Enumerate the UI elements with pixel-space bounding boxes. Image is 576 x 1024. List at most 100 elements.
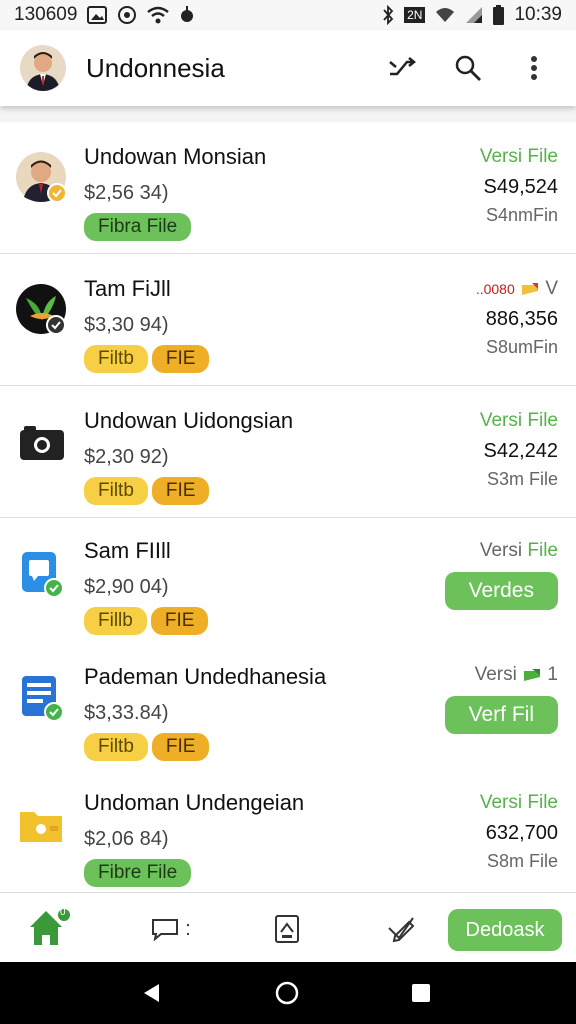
nav-chat[interactable]: :: [146, 915, 196, 943]
document-app-icon: [16, 672, 70, 726]
page-title: Undonnesia: [86, 52, 225, 83]
leaf-logo-icon: [16, 284, 70, 338]
status-time-right: 10:39: [514, 4, 562, 25]
account-info: Undowan Monsian $2,56 34) Fibra File: [84, 144, 266, 241]
version-label: Versi File: [479, 410, 558, 431]
account-amount: $2,06 84): [84, 828, 169, 850]
list-item[interactable]: Undoman Undengeian $2,06 84) Fibre File …: [0, 770, 576, 900]
account-name: Tam FiJll: [84, 276, 171, 301]
bulb-icon: [179, 5, 195, 25]
status-chip[interactable]: FIE: [150, 607, 209, 635]
search-button[interactable]: [446, 46, 490, 90]
account-info: Undoman Undengeian $2,06 84) Fibre File: [84, 790, 304, 887]
document-edit-icon: [275, 915, 299, 943]
account-name: Undowan Uidongsian: [84, 408, 294, 433]
chip-group: Filtb FIE: [84, 477, 293, 505]
account-amount: $2,30 92): [84, 446, 169, 468]
account-info: Sam FIIll $2,90 04) Fillb FIE: [84, 538, 209, 635]
version-label: Versi File: [479, 146, 558, 167]
account-amount: $3,33.84): [84, 702, 169, 724]
dedoask-button[interactable]: Dedoask: [448, 909, 562, 951]
status-chip[interactable]: Fillb: [84, 607, 147, 635]
search-icon: [455, 55, 481, 81]
account-summary: Versi File S49,524 S4nmFin: [480, 146, 558, 226]
status-chip[interactable]: FIE: [151, 733, 210, 761]
version-label: Versi File: [479, 540, 558, 561]
status-chip[interactable]: FIE: [151, 345, 210, 373]
account-amount: $3,30 94): [84, 314, 169, 336]
account-info: Tam FiJll $3,30 94) Filtb FIE: [84, 276, 210, 373]
verify-file-button[interactable]: Verf Fil: [444, 696, 558, 734]
more-button[interactable]: [512, 46, 556, 90]
status-chip[interactable]: Fibra File: [84, 213, 192, 241]
chat-app-icon: [16, 548, 70, 602]
account-sub: S4nmFin: [485, 205, 558, 225]
account-summary: Versi File 632,700 S8m File: [480, 792, 558, 872]
status-time-left: 130609: [14, 4, 78, 25]
shuffle-icon: [389, 57, 417, 76]
status-chip[interactable]: Filtb: [84, 345, 148, 373]
recents-button[interactable]: [408, 980, 434, 1006]
list-item[interactable]: Tam FiJll $3,30 94) Filtb FIE ..0080 V 8…: [0, 254, 576, 386]
wifi-icon: [435, 7, 455, 23]
status-chip[interactable]: FIE: [151, 477, 210, 505]
trend-label: ..0080 V: [475, 278, 558, 299]
account-name: Pademan Undedhanesia: [84, 664, 327, 689]
home-system-button[interactable]: [274, 980, 300, 1006]
avatar[interactable]: [20, 45, 66, 91]
person-avatar-icon: [16, 152, 70, 206]
flag-icon: [524, 668, 541, 681]
back-button[interactable]: [138, 980, 164, 1006]
account-value: S49,524: [483, 176, 558, 198]
network-icon: 2N: [404, 7, 426, 23]
list-item[interactable]: Sam FIIll $2,90 04) Fillb FIE Versi File…: [0, 518, 576, 644]
account-value: 886,356: [485, 308, 558, 330]
home-badge: 0: [60, 907, 66, 918]
account-info: Pademan Undedhanesia $3,33.84) Filtb FIE: [84, 664, 326, 761]
list-item[interactable]: Undowan Uidongsian $2,30 92) Filtb FIE V…: [0, 386, 576, 518]
chip-group: Filtb FIE: [84, 733, 326, 761]
status-bar: 130609 2N 10:39: [0, 0, 576, 30]
more-vert-icon: [531, 56, 537, 80]
account-list: Undowan Monsian $2,56 34) Fibra File Ver…: [0, 122, 576, 900]
verdes-button[interactable]: Verdes: [444, 572, 558, 610]
recents-icon: [412, 984, 430, 1002]
account-summary: Versi 1 Verf Fil: [444, 664, 558, 734]
version-label: Versi 1: [474, 664, 558, 685]
account-summary: ..0080 V 886,356 S8umFin: [476, 278, 558, 358]
list-item[interactable]: Pademan Undedhanesia $3,33.84) Filtb FIE…: [0, 644, 576, 770]
account-info: Undowan Uidongsian $2,30 92) Filtb FIE: [84, 408, 293, 505]
edit-check-icon: [388, 917, 415, 943]
chip-group: Fibre File: [84, 859, 304, 887]
status-right: 2N 10:39: [382, 4, 562, 26]
camera-icon: [16, 420, 70, 474]
nav-document[interactable]: [272, 913, 302, 945]
battery-icon: [493, 5, 505, 25]
bottom-nav: 0 : Dedoask: [0, 892, 576, 962]
account-sub: S8umFin: [485, 337, 558, 357]
account-amount: $2,90 04): [84, 576, 169, 598]
status-chip[interactable]: Filtb: [84, 733, 148, 761]
account-name: Sam FIIll: [84, 538, 171, 563]
back-icon: [144, 984, 159, 1002]
folder-icon: [16, 800, 70, 854]
version-label: Versi File: [479, 792, 558, 813]
list-item[interactable]: Undowan Monsian $2,56 34) Fibra File Ver…: [0, 122, 576, 254]
image-icon: [87, 6, 108, 24]
status-chip[interactable]: Filtb: [84, 477, 148, 505]
bluetooth-icon: [382, 5, 394, 25]
shuffle-button[interactable]: [380, 46, 424, 90]
app-bar: Undonnesia: [0, 30, 576, 106]
signal-icon: [465, 6, 483, 24]
chat-suffix: :: [185, 917, 191, 940]
account-sub: S8m File: [486, 851, 558, 871]
nav-edit[interactable]: [384, 911, 418, 945]
account-summary: Versi File S42,242 S3m File: [480, 410, 558, 490]
nav-home[interactable]: 0: [24, 905, 72, 951]
status-chip[interactable]: Fibre File: [84, 859, 192, 887]
system-nav-bar: [0, 962, 576, 1024]
account-name: Undoman Undengeian: [84, 790, 305, 815]
account-name: Undowan Monsian: [84, 144, 267, 169]
status-left: 130609: [14, 4, 195, 26]
account-value: S42,242: [483, 440, 558, 462]
